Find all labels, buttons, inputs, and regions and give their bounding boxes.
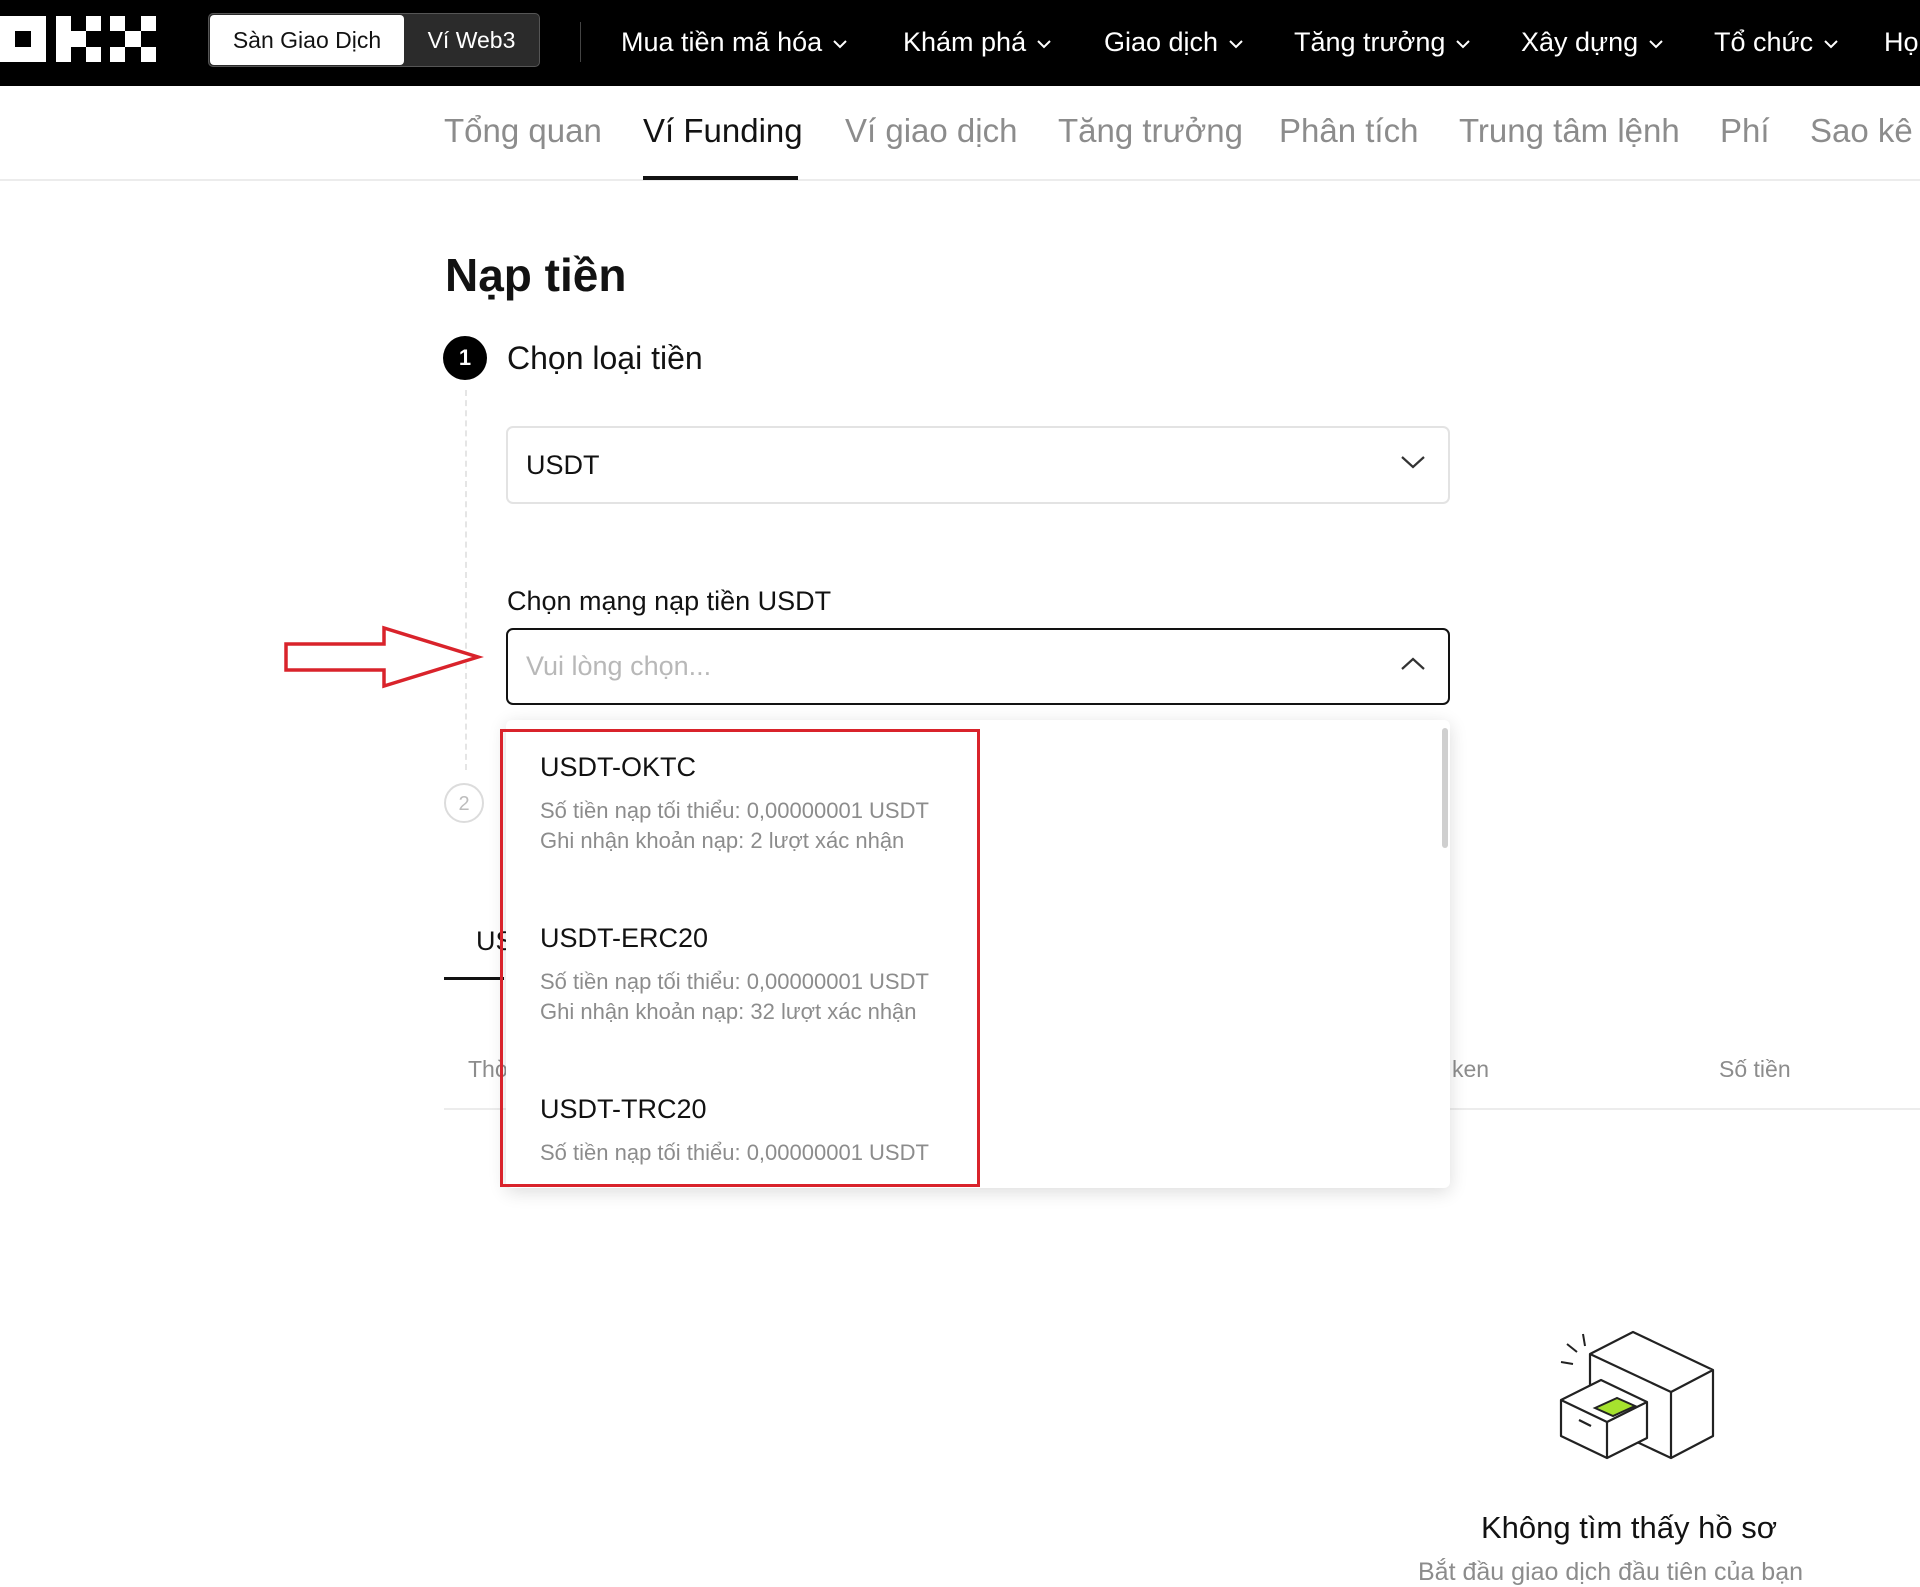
network-select-placeholder: Vui lòng chọn... bbox=[526, 651, 712, 681]
chevron-down-icon bbox=[1456, 40, 1471, 49]
active-tab-underline bbox=[643, 176, 798, 180]
network-select-label: Chọn mạng nạp tiền USDT bbox=[507, 586, 832, 616]
step-connector bbox=[465, 390, 467, 770]
page-title: Nạp tiền bbox=[445, 249, 627, 301]
coin-select-value: USDT bbox=[526, 450, 600, 480]
chevron-down-icon bbox=[1229, 40, 1243, 49]
nav-label: Giao dịch bbox=[1104, 27, 1219, 57]
nav-growth[interactable]: Tăng trưởng bbox=[1294, 22, 1471, 62]
nav-build[interactable]: Xây dựng bbox=[1521, 22, 1664, 62]
exchange-tab[interactable]: Sàn Giao Dịch bbox=[210, 15, 404, 65]
empty-state-subtitle: Bắt đầu giao dịch đầu tiên của bạn bbox=[1418, 1558, 1804, 1586]
subnav-statements[interactable]: Sao kê t bbox=[1810, 112, 1920, 150]
history-tab-underline bbox=[444, 977, 504, 980]
nav-discover[interactable]: Khám phá bbox=[903, 22, 1052, 62]
okx-logo-icon[interactable] bbox=[0, 16, 156, 62]
chevron-down-icon bbox=[1037, 40, 1051, 49]
subnav-growth[interactable]: Tăng trưởng bbox=[1058, 112, 1243, 150]
subnav-funding-wallet[interactable]: Ví Funding bbox=[643, 112, 803, 150]
nav-label: Mua tiền mã hóa bbox=[621, 27, 823, 57]
top-navigation-bar: Sàn Giao Dịch Ví Web3 Mua tiền mã hóa Kh… bbox=[0, 0, 1920, 86]
subnav-overview[interactable]: Tổng quan bbox=[444, 112, 602, 150]
web3-wallet-tab[interactable]: Ví Web3 bbox=[404, 15, 539, 65]
chevron-down-icon bbox=[1401, 456, 1425, 469]
dropdown-scrollbar[interactable] bbox=[1442, 728, 1448, 848]
nav-label: Họ bbox=[1884, 27, 1919, 57]
network-select[interactable]: Vui lòng chọn... bbox=[506, 628, 1450, 705]
step-1-title: Chọn loại tiền bbox=[507, 340, 703, 376]
nav-label: Khám phá bbox=[903, 27, 1027, 57]
nav-divider bbox=[580, 22, 581, 62]
chevron-down-icon bbox=[1824, 40, 1838, 49]
nav-institutional[interactable]: Tổ chức bbox=[1714, 22, 1839, 62]
assets-subnav: Tổng quan Ví Funding Ví giao dịch Tăng t… bbox=[0, 86, 1920, 181]
empty-state-title: Không tìm thấy hồ sơ bbox=[1481, 1510, 1778, 1545]
chevron-down-icon bbox=[1649, 40, 1663, 49]
nav-more[interactable]: Họ bbox=[1884, 22, 1919, 62]
arrow-annotation-icon bbox=[284, 625, 484, 689]
step-2-indicator: 2 bbox=[444, 783, 484, 823]
table-header-amount: Số tiền bbox=[1719, 1056, 1791, 1082]
nav-buy-crypto[interactable]: Mua tiền mã hóa bbox=[621, 22, 848, 62]
chevron-down-icon bbox=[833, 40, 847, 49]
subnav-fees[interactable]: Phí bbox=[1720, 112, 1770, 150]
subnav-order-center[interactable]: Trung tâm lệnh bbox=[1459, 112, 1680, 150]
nav-label: Xây dựng bbox=[1521, 27, 1639, 57]
step-1-indicator: 1 bbox=[443, 336, 487, 380]
nav-trade[interactable]: Giao dịch bbox=[1104, 22, 1244, 62]
subnav-trading-wallet[interactable]: Ví giao dịch bbox=[845, 112, 1017, 150]
exchange-web3-switch: Sàn Giao Dịch Ví Web3 bbox=[208, 13, 540, 67]
chevron-up-icon bbox=[1401, 657, 1425, 670]
subnav-analysis[interactable]: Phân tích bbox=[1279, 112, 1418, 150]
nav-label: Tăng trưởng bbox=[1294, 27, 1446, 57]
coin-select[interactable]: USDT bbox=[506, 426, 1450, 504]
nav-label: Tổ chức bbox=[1714, 27, 1814, 57]
annotation-highlight-box bbox=[500, 729, 980, 1187]
table-header-token: ken bbox=[1452, 1056, 1490, 1082]
empty-drawer-icon bbox=[1559, 1330, 1715, 1460]
